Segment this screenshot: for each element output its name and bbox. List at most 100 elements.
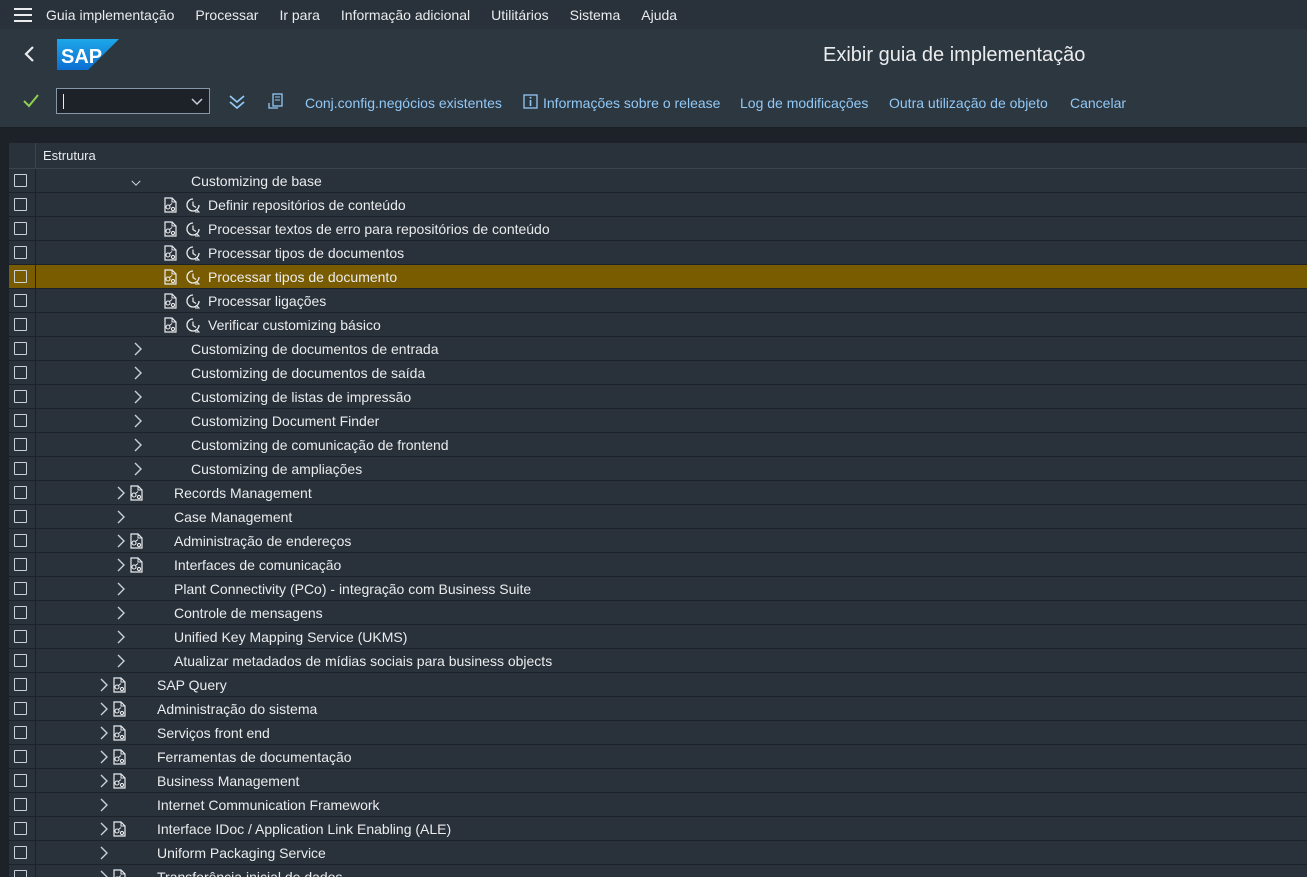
documentation-icon[interactable] <box>162 245 178 261</box>
tree-node-label[interactable]: Processar tipos de documentos <box>208 245 404 261</box>
chevron-right-icon[interactable] <box>133 414 143 428</box>
documentation-icon[interactable] <box>111 821 127 837</box>
tree-row[interactable]: Atualizar metadados de mídias sociais pa… <box>9 649 1307 673</box>
row-checkbox[interactable] <box>14 390 27 403</box>
tree-node-label[interactable]: Controle de mensagens <box>174 605 323 621</box>
documentation-icon[interactable] <box>111 869 127 877</box>
tree-row[interactable]: Processar ligações <box>9 289 1307 313</box>
documentation-icon[interactable] <box>111 749 127 765</box>
tree-node-label[interactable]: Case Management <box>174 509 292 525</box>
row-checkbox[interactable] <box>14 678 27 691</box>
tree-row[interactable]: Case Management <box>9 505 1307 529</box>
row-checkbox[interactable] <box>14 486 27 499</box>
tree-node-label[interactable]: Plant Connectivity (PCo) - integração co… <box>174 581 531 597</box>
tree-node-label[interactable]: Transferência inicial de dados <box>157 869 342 877</box>
tree-row[interactable]: Customizing de comunicação de frontend <box>9 433 1307 457</box>
chevron-right-icon[interactable] <box>99 750 109 764</box>
row-checkbox[interactable] <box>14 318 27 331</box>
tree-node-label[interactable]: Internet Communication Framework <box>157 797 380 813</box>
chevron-right-icon[interactable] <box>116 582 126 596</box>
documentation-icon[interactable] <box>162 269 178 285</box>
row-checkbox[interactable] <box>14 870 27 877</box>
chevron-right-icon[interactable] <box>133 462 143 476</box>
chevron-right-icon[interactable] <box>116 486 126 500</box>
documentation-icon[interactable] <box>111 701 127 717</box>
chevron-right-icon[interactable] <box>99 702 109 716</box>
execute-clock-icon[interactable] <box>185 317 201 333</box>
tree-row[interactable]: Interface IDoc / Application Link Enabli… <box>9 817 1307 841</box>
tree-node-label[interactable]: Atualizar metadados de mídias sociais pa… <box>174 653 552 669</box>
tree-node-label[interactable]: Ferramentas de documentação <box>157 749 352 765</box>
tree-node-label[interactable]: Customizing de ampliações <box>191 461 362 477</box>
tree-row[interactable]: Business Management <box>9 769 1307 793</box>
tree-row[interactable]: Controle de mensagens <box>9 601 1307 625</box>
row-checkbox[interactable] <box>14 270 27 283</box>
tree-node-label[interactable]: Unified Key Mapping Service (UKMS) <box>174 629 407 645</box>
row-checkbox[interactable] <box>14 774 27 787</box>
row-checkbox[interactable] <box>14 822 27 835</box>
document-list-icon[interactable] <box>268 93 284 110</box>
cancelar-button[interactable]: Cancelar <box>1070 95 1126 111</box>
row-checkbox[interactable] <box>14 174 27 187</box>
tree-node-label[interactable]: Business Management <box>157 773 299 789</box>
tree-row[interactable]: Unified Key Mapping Service (UKMS) <box>9 625 1307 649</box>
chevron-down-icon[interactable] <box>191 95 203 107</box>
info-icon[interactable] <box>523 94 538 109</box>
tree-node-label[interactable]: Processar ligações <box>208 293 326 309</box>
tree-node-label[interactable]: Customizing de documentos de entrada <box>191 341 438 357</box>
row-checkbox[interactable] <box>14 438 27 451</box>
chevron-right-icon[interactable] <box>116 606 126 620</box>
chevron-right-icon[interactable] <box>99 678 109 692</box>
tree-row[interactable]: Transferência inicial de dados <box>9 865 1307 877</box>
documentation-icon[interactable] <box>162 293 178 309</box>
tree-row[interactable]: Administração do sistema <box>9 697 1307 721</box>
row-checkbox[interactable] <box>14 414 27 427</box>
tree-node-label[interactable]: Administração do sistema <box>157 701 317 717</box>
tree-node-label[interactable]: Records Management <box>174 485 312 501</box>
row-checkbox[interactable] <box>14 510 27 523</box>
chevron-right-icon[interactable] <box>99 822 109 836</box>
log-modificacoes-button[interactable]: Log de modificações <box>740 95 868 111</box>
documentation-icon[interactable] <box>162 197 178 213</box>
tree-row[interactable]: Uniform Packaging Service <box>9 841 1307 865</box>
row-checkbox[interactable] <box>14 726 27 739</box>
tree-node-label[interactable]: Processar textos de erro para repositóri… <box>208 221 550 237</box>
tree-row[interactable]: Customizing de listas de impressão <box>9 385 1307 409</box>
tree-row[interactable]: Internet Communication Framework <box>9 793 1307 817</box>
row-checkbox[interactable] <box>14 246 27 259</box>
menu-informacao-adicional[interactable]: Informação adicional <box>341 7 470 23</box>
tree-row[interactable]: Customizing de base <box>9 169 1307 193</box>
documentation-icon[interactable] <box>162 317 178 333</box>
row-checkbox[interactable] <box>14 702 27 715</box>
documentation-icon[interactable] <box>111 773 127 789</box>
tree-row[interactable]: Administração de endereços <box>9 529 1307 553</box>
enter-checkmark-icon[interactable] <box>22 93 40 109</box>
chevron-right-icon[interactable] <box>133 390 143 404</box>
row-checkbox[interactable] <box>14 750 27 763</box>
row-checkbox[interactable] <box>14 846 27 859</box>
execute-clock-icon[interactable] <box>185 245 201 261</box>
tree-row[interactable]: Processar textos de erro para repositóri… <box>9 217 1307 241</box>
execute-clock-icon[interactable] <box>185 293 201 309</box>
row-checkbox[interactable] <box>14 798 27 811</box>
row-checkbox[interactable] <box>14 606 27 619</box>
select-all-column[interactable] <box>9 143 36 168</box>
chevron-down-icon[interactable] <box>131 176 141 190</box>
hamburger-menu-icon[interactable] <box>14 7 32 22</box>
chevron-right-icon[interactable] <box>99 774 109 788</box>
tree-row[interactable]: Customizing de documentos de saída <box>9 361 1307 385</box>
tree-row[interactable]: Verificar customizing básico <box>9 313 1307 337</box>
row-checkbox[interactable] <box>14 654 27 667</box>
tree-row[interactable]: Interfaces de comunicação <box>9 553 1307 577</box>
row-checkbox[interactable] <box>14 342 27 355</box>
execute-clock-icon[interactable] <box>185 221 201 237</box>
chevron-right-icon[interactable] <box>99 846 109 860</box>
row-checkbox[interactable] <box>14 462 27 475</box>
chevron-right-icon[interactable] <box>133 438 143 452</box>
row-checkbox[interactable] <box>14 222 27 235</box>
tree-row[interactable]: Records Management <box>9 481 1307 505</box>
outra-utilizacao-objeto-button[interactable]: Outra utilização de objeto <box>889 95 1048 111</box>
chevron-right-icon[interactable] <box>116 654 126 668</box>
tree-row[interactable]: Plant Connectivity (PCo) - integração co… <box>9 577 1307 601</box>
documentation-icon[interactable] <box>128 557 144 573</box>
